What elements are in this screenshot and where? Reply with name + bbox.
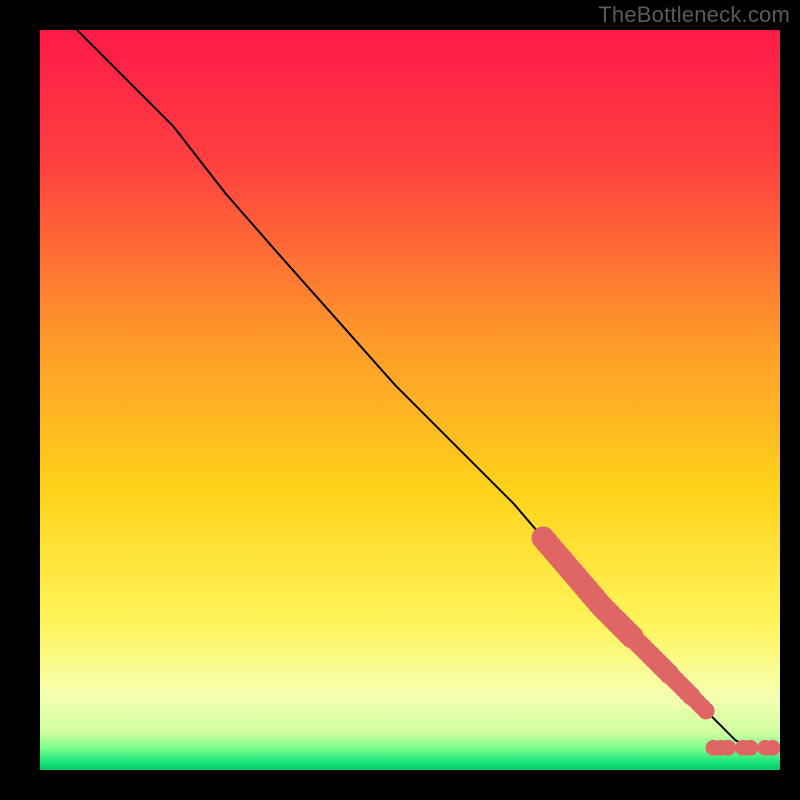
highlight-dot xyxy=(698,703,714,719)
watermark-text: TheBottleneck.com xyxy=(598,2,790,28)
chart-svg xyxy=(40,30,780,770)
highlight-dot xyxy=(721,740,736,755)
chart-stage: TheBottleneck.com xyxy=(0,0,800,800)
highlight-dot xyxy=(765,740,780,755)
plot-area xyxy=(40,30,780,770)
highlight-dot xyxy=(743,740,758,755)
